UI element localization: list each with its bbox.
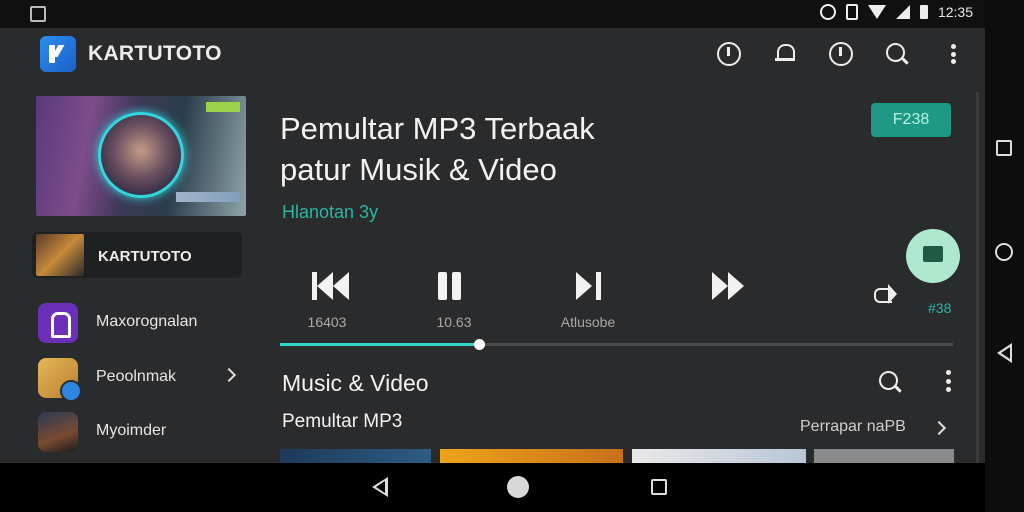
next-button[interactable] <box>576 272 616 302</box>
track-title: Pemultar MP3 Terbaak patur Musik & Video <box>280 108 680 190</box>
control-label-next: Atlusobe <box>560 314 616 330</box>
row-see-more-link[interactable]: Perrapar naPB <box>800 418 906 436</box>
more-vert-icon[interactable] <box>941 42 965 66</box>
track-title-line1: Pemultar MP3 Terbaak <box>280 111 595 146</box>
search-icon[interactable] <box>885 42 909 66</box>
sidebar-item-1[interactable]: Maxorognalan <box>36 301 246 345</box>
status-icons: 12:35 <box>819 4 973 20</box>
sidebar-item-3[interactable]: Myoimder <box>36 410 246 454</box>
share-count: #38 <box>928 300 952 316</box>
artist-portrait <box>98 112 184 198</box>
media-tile[interactable] <box>280 449 431 463</box>
scrollbar[interactable] <box>976 92 979 463</box>
app-window: KARTUTOTO KARTUTOTO Maxorognalan Peoolnm… <box>0 28 985 463</box>
system-nav-right <box>985 0 1024 512</box>
toolbar-actions <box>717 42 965 66</box>
status-badge[interactable]: F238 <box>871 103 951 137</box>
pause-button[interactable] <box>438 272 478 302</box>
control-label-previous: 16403 <box>307 314 347 330</box>
chevron-right-icon[interactable] <box>931 420 947 436</box>
track-subtitle[interactable]: Hlanotan 3y <box>282 202 378 223</box>
pause-icon-2 <box>452 272 461 300</box>
floating-action-button[interactable] <box>906 229 960 283</box>
previous-icon <box>317 272 333 300</box>
app-bar: KARTUTOTO <box>0 28 985 82</box>
photo-app-icon <box>38 412 78 452</box>
home-icon[interactable] <box>507 476 529 498</box>
sidebar-item-2[interactable]: Peoolnmak <box>36 356 246 402</box>
sidebar-card-label: KARTUTOTO <box>98 248 192 265</box>
section-more-icon[interactable] <box>936 368 960 394</box>
sidebar-item-label: Peoolnmak <box>96 368 177 385</box>
progress-knob[interactable] <box>473 339 485 350</box>
pause-icon <box>438 272 447 300</box>
share-icon[interactable] <box>872 280 898 306</box>
lock-app-icon <box>38 303 78 343</box>
chevron-right-icon <box>221 367 237 383</box>
artwork-tag <box>206 102 240 112</box>
wifi-icon <box>867 5 886 19</box>
fast-forward-button[interactable] <box>712 272 752 302</box>
info-icon[interactable] <box>717 42 741 66</box>
signal-icon <box>895 5 910 19</box>
row-label: Pemultar MP3 <box>282 411 403 432</box>
notification-icon <box>30 6 46 22</box>
bell-icon[interactable] <box>773 42 797 66</box>
fast-forward-icon-2 <box>728 272 744 300</box>
progress-fill <box>280 343 479 346</box>
artwork-caption <box>176 192 240 202</box>
status-bar: 12:35 <box>0 0 985 28</box>
media-tile[interactable] <box>814 449 954 463</box>
alarm-icon <box>819 4 836 20</box>
progress-slider[interactable] <box>280 339 953 350</box>
media-tile[interactable] <box>632 449 806 463</box>
alert-icon[interactable] <box>829 42 853 66</box>
control-label-pause: 10.63 <box>436 314 472 330</box>
app-logo-icon <box>40 36 76 72</box>
status-time: 12:35 <box>937 4 973 20</box>
previous-icon-2 <box>333 272 349 300</box>
battery-icon <box>919 5 928 19</box>
yellow-app-icon <box>38 358 82 402</box>
sidebar-card-thumbnail <box>36 234 84 276</box>
now-playing-artwork[interactable] <box>36 96 246 216</box>
section-search-icon[interactable] <box>878 370 902 394</box>
fast-forward-icon <box>712 272 728 300</box>
back-icon[interactable] <box>372 477 388 497</box>
recents-icon[interactable] <box>651 479 667 495</box>
home-icon[interactable] <box>995 243 1013 261</box>
section-title: Music & Video <box>282 370 429 396</box>
back-icon[interactable] <box>997 343 1012 363</box>
next-bar <box>596 272 601 300</box>
sidebar-item-label: Myoimder <box>96 422 167 439</box>
sidebar-item-label: Maxorognalan <box>96 313 198 330</box>
app-title: KARTUTOTO <box>88 42 222 65</box>
vibrate-icon <box>845 4 858 20</box>
sidebar-card[interactable]: KARTUTOTO <box>32 232 242 278</box>
track-title-line2: patur Musik & Video <box>280 152 557 187</box>
media-tile[interactable] <box>440 449 623 463</box>
previous-button[interactable] <box>312 272 352 302</box>
system-nav-bottom <box>0 463 985 512</box>
play-icon <box>576 272 592 300</box>
recents-icon[interactable] <box>996 140 1012 156</box>
